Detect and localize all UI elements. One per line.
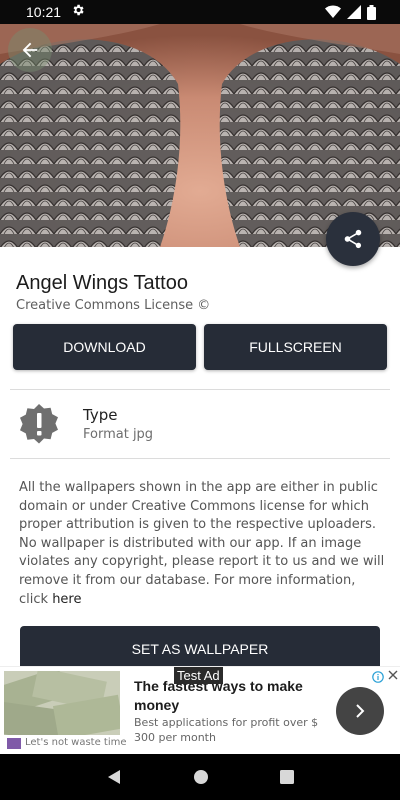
more-info-link[interactable]: here — [52, 592, 81, 607]
test-ad-label: Test Ad — [174, 667, 223, 684]
status-time: 10:21 — [26, 4, 62, 20]
wallpaper-detail-screen: 10:21 Angel Wings Tattoo Creative Common… — [0, 0, 400, 800]
description-text: All the wallpapers shown in the app are … — [19, 480, 385, 607]
wallpaper-preview-image[interactable] — [0, 24, 400, 247]
download-button[interactable]: DOWNLOAD — [13, 324, 196, 370]
copyright-description: All the wallpapers shown in the app are … — [19, 479, 385, 609]
divider — [10, 458, 390, 459]
nav-home-icon[interactable] — [193, 769, 209, 785]
arrow-back-icon — [22, 42, 38, 58]
signal-icon — [347, 5, 361, 19]
ad-info-icon[interactable] — [372, 671, 384, 686]
ad-title[interactable]: The fastest ways to make money — [134, 677, 324, 715]
chevron-right-icon — [356, 704, 365, 718]
ad-open-button[interactable] — [336, 687, 384, 735]
ad-subtitle: Best applications for profit over $ 300 … — [134, 716, 319, 744]
divider — [10, 389, 390, 390]
angel-wings-image — [0, 24, 400, 247]
license-text: Creative Commons License © — [16, 298, 211, 313]
battery-icon — [367, 4, 376, 20]
fullscreen-button[interactable]: FULLSCREEN — [204, 324, 387, 370]
type-label: Type — [83, 406, 118, 424]
nav-recents-icon[interactable] — [280, 770, 295, 784]
ad-caption: Let's not waste time — [25, 737, 127, 748]
wifi-icon — [325, 5, 341, 18]
status-bar: 10:21 — [0, 0, 400, 24]
share-button[interactable] — [326, 212, 380, 266]
nav-back-icon[interactable] — [106, 769, 122, 785]
wallpaper-title: Angel Wings Tattoo — [16, 272, 188, 294]
status-icons — [325, 4, 376, 20]
ad-banner[interactable]: Let's not waste time The fastest ways to… — [0, 666, 400, 754]
share-icon — [344, 229, 362, 249]
settings-gear-icon — [71, 3, 85, 21]
navigation-bar — [0, 754, 400, 800]
ad-close-icon[interactable] — [388, 670, 398, 683]
back-button[interactable] — [8, 28, 52, 72]
type-value: Format jpg — [83, 427, 154, 442]
alert-badge-icon — [16, 402, 62, 448]
